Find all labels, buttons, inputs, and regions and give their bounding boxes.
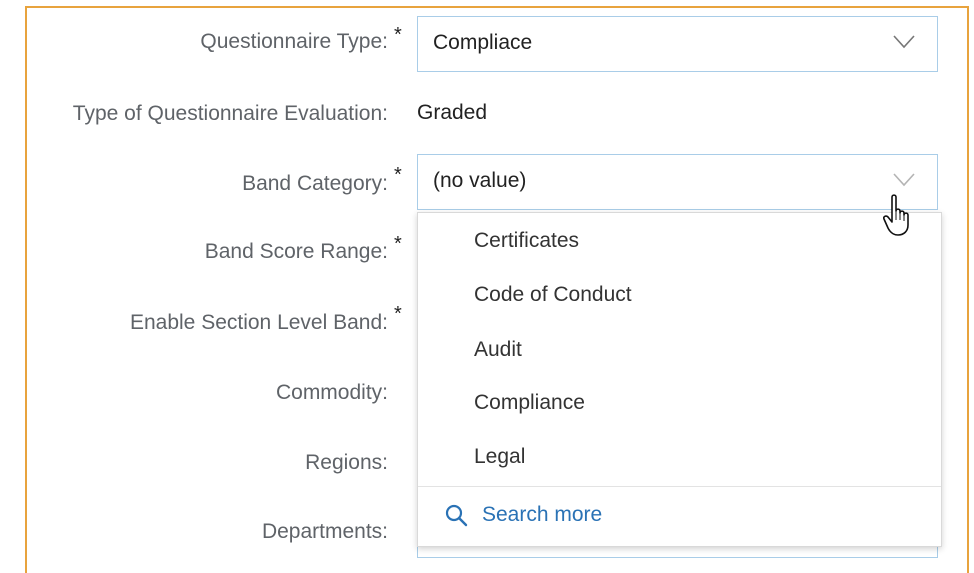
required-marker: *	[394, 164, 402, 186]
chevron-down-icon[interactable]	[893, 173, 915, 187]
band-score-range-label: Band Score Range:	[204, 240, 388, 263]
dropdown-option-audit[interactable]: Audit	[474, 338, 522, 362]
regions-label: Regions:	[305, 451, 388, 474]
required-marker: *	[394, 303, 402, 325]
band-category-value: (no value)	[433, 169, 527, 192]
chevron-down-icon[interactable]	[893, 35, 915, 49]
band-category-dropdown: Certificates Code of Conduct Audit Compl…	[417, 212, 942, 547]
band-category-label: Band Category:	[242, 172, 388, 195]
search-more-label: Search more	[482, 503, 603, 526]
band-category-select[interactable]: (no value)	[417, 154, 938, 210]
dropdown-option-code-of-conduct[interactable]: Code of Conduct	[474, 283, 632, 307]
questionnaire-type-value: Compliace	[433, 31, 533, 54]
hand-pointer-icon	[883, 194, 909, 236]
dropdown-option-legal[interactable]: Legal	[474, 445, 525, 469]
commodity-label: Commodity:	[275, 381, 388, 404]
search-more-link[interactable]: Search more	[444, 503, 602, 527]
required-marker: *	[394, 24, 402, 46]
search-icon	[445, 504, 468, 527]
dropdown-divider	[418, 486, 941, 487]
departments-label: Departments:	[261, 520, 388, 543]
required-marker: *	[394, 233, 402, 255]
questionnaire-type-label: Questionnaire Type:	[200, 30, 388, 53]
section-level-band-label: Enable Section Level Band:	[129, 311, 388, 334]
dropdown-option-certificates[interactable]: Certificates	[474, 229, 579, 253]
evaluation-type-value: Graded	[417, 101, 488, 124]
evaluation-type-label: Type of Questionnaire Evaluation:	[72, 102, 388, 125]
dropdown-option-compliance[interactable]: Compliance	[474, 391, 585, 415]
questionnaire-type-select[interactable]: Compliace	[417, 16, 938, 72]
